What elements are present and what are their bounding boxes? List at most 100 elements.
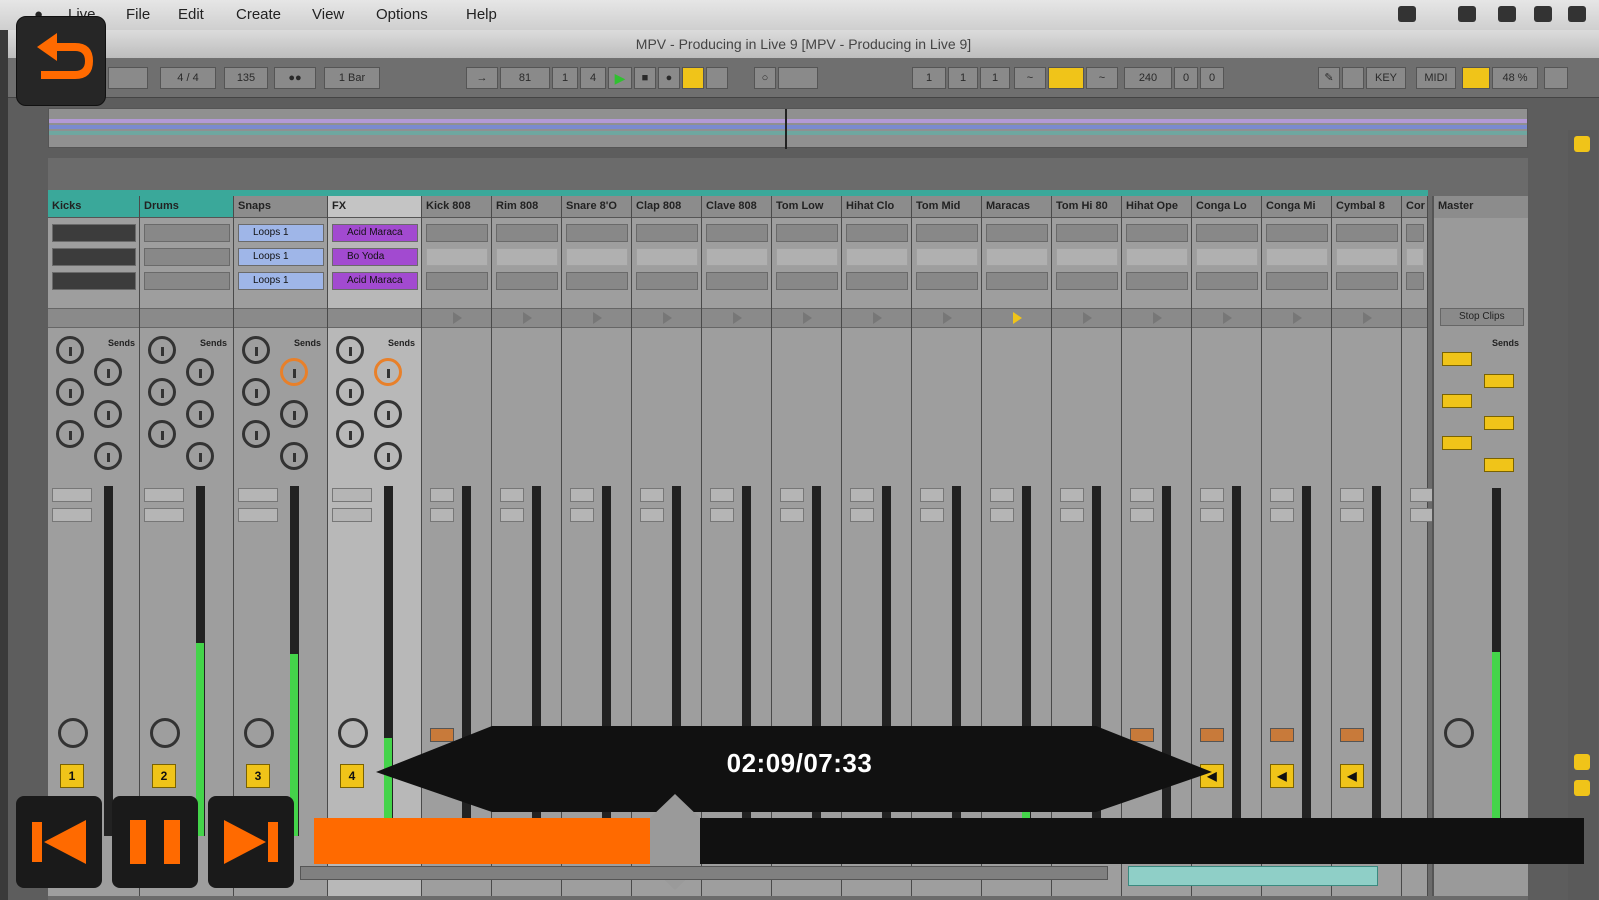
new-button[interactable] xyxy=(778,67,818,89)
clip-slot[interactable] xyxy=(496,248,558,266)
punch-out-icon[interactable]: ~ xyxy=(1086,67,1118,89)
tray-bluetooth-icon[interactable] xyxy=(1534,6,1552,22)
return-send-button[interactable] xyxy=(1484,458,1514,472)
clip-slot[interactable] xyxy=(706,272,768,290)
clip-slot[interactable] xyxy=(144,248,230,266)
menu-edit[interactable]: Edit xyxy=(178,6,204,23)
track-title[interactable]: Drums xyxy=(140,196,233,218)
clip-slot[interactable] xyxy=(1266,224,1328,242)
clip-slot[interactable] xyxy=(1406,272,1424,290)
track-title[interactable]: Clave 808 xyxy=(702,196,771,218)
volume-value-box[interactable] xyxy=(850,488,874,502)
record-button[interactable]: ● xyxy=(658,67,680,89)
metronome-button[interactable]: ●● xyxy=(274,67,316,89)
track-title[interactable]: Rim 808 xyxy=(492,196,561,218)
clip-slot[interactable] xyxy=(566,224,628,242)
clip-slot[interactable] xyxy=(426,224,488,242)
clip-launch-icon[interactable] xyxy=(1153,312,1162,324)
pan-knob[interactable] xyxy=(150,718,180,748)
send-knob[interactable] xyxy=(280,400,308,428)
clip-launch-icon[interactable] xyxy=(523,312,532,324)
clip-slot[interactable] xyxy=(1196,224,1258,242)
send-knob[interactable] xyxy=(374,358,402,386)
tempo-nudge[interactable]: 135 xyxy=(224,67,268,89)
volume-value-box[interactable] xyxy=(780,488,804,502)
pan-value-box[interactable] xyxy=(570,508,594,522)
clip-launch-icon[interactable] xyxy=(663,312,672,324)
send-knob[interactable] xyxy=(374,400,402,428)
track-title[interactable]: Hihat Clo xyxy=(842,196,911,218)
clip-slot[interactable] xyxy=(986,248,1048,266)
clip-slot[interactable] xyxy=(566,272,628,290)
tray-wifi-icon[interactable] xyxy=(1568,6,1586,22)
pan-value-box[interactable] xyxy=(1130,508,1154,522)
clip-slot[interactable] xyxy=(1266,272,1328,290)
pan-knob[interactable] xyxy=(58,718,88,748)
loop-start-bar[interactable]: 1 xyxy=(912,67,946,89)
position-beat[interactable]: 1 xyxy=(552,67,578,89)
pan-value-box[interactable] xyxy=(500,508,524,522)
tap-tempo-button[interactable] xyxy=(108,67,148,89)
track-title[interactable]: Conga Mi xyxy=(1262,196,1331,218)
volume-value-box[interactable] xyxy=(1200,488,1224,502)
clip-slot[interactable] xyxy=(144,272,230,290)
stop-all-clips-button[interactable]: Stop Clips xyxy=(1440,308,1524,326)
clip-slot[interactable] xyxy=(1406,224,1424,242)
pan-value-box[interactable] xyxy=(52,508,92,522)
clip-slot[interactable] xyxy=(426,272,488,290)
track-title[interactable]: Clap 808 xyxy=(632,196,701,218)
tray-monitor-icon[interactable] xyxy=(1498,6,1516,22)
pan-value-box[interactable] xyxy=(1410,508,1434,522)
quantize-select[interactable]: 1 Bar xyxy=(324,67,380,89)
send-knob[interactable] xyxy=(148,378,176,406)
track-title[interactable]: Hihat Ope xyxy=(1122,196,1191,218)
pan-value-box[interactable] xyxy=(1200,508,1224,522)
loop-start-sixteenth[interactable]: 1 xyxy=(980,67,1010,89)
clip-launch-icon[interactable] xyxy=(593,312,602,324)
return-send-button[interactable] xyxy=(1442,352,1472,366)
loop-length-bar[interactable]: 240 xyxy=(1124,67,1172,89)
punch-in-icon[interactable]: ~ xyxy=(1014,67,1046,89)
clip-slot[interactable] xyxy=(144,224,230,242)
previous-button[interactable] xyxy=(16,796,102,888)
loop-length-sixteenth[interactable]: 0 xyxy=(1200,67,1224,89)
menu-view[interactable]: View xyxy=(312,6,344,23)
volume-value-box[interactable] xyxy=(1270,488,1294,502)
clip-launch-icon[interactable] xyxy=(1293,312,1302,324)
scroll-marker[interactable] xyxy=(1574,136,1590,152)
clip-launch-icon[interactable] xyxy=(1083,312,1092,324)
volume-value-box[interactable] xyxy=(1060,488,1084,502)
clip-slot[interactable] xyxy=(52,224,136,242)
clip-slot[interactable] xyxy=(52,248,136,266)
clip-slot[interactable] xyxy=(1406,248,1424,266)
pause-button[interactable] xyxy=(112,796,198,888)
clip-slot[interactable] xyxy=(776,248,838,266)
position-bar[interactable]: 81 xyxy=(500,67,550,89)
clip-slot[interactable] xyxy=(1056,272,1118,290)
midi-map-button[interactable]: MIDI xyxy=(1416,67,1456,89)
volume-value-box[interactable] xyxy=(710,488,734,502)
clip-launch-icon[interactable] xyxy=(1013,312,1022,324)
send-knob[interactable] xyxy=(336,420,364,448)
master-title[interactable]: Master xyxy=(1434,196,1528,218)
clip-launch-icon[interactable] xyxy=(803,312,812,324)
volume-value-box[interactable] xyxy=(990,488,1014,502)
pan-value-box[interactable] xyxy=(640,508,664,522)
clip[interactable]: Acid Maraca xyxy=(332,224,418,242)
horizontal-scrollbar[interactable] xyxy=(300,866,1108,880)
send-knob[interactable] xyxy=(56,336,84,364)
track-title[interactable]: Tom Hi 80 xyxy=(1052,196,1121,218)
clip-slot[interactable] xyxy=(1196,272,1258,290)
draw-mode-icon[interactable]: ✎ xyxy=(1318,67,1340,89)
track-title[interactable]: Kicks xyxy=(48,196,139,218)
play-button[interactable]: ▶ xyxy=(608,67,632,89)
clip-slot[interactable] xyxy=(636,272,698,290)
pan-value-box[interactable] xyxy=(1270,508,1294,522)
position-sixteenth[interactable]: 4 xyxy=(580,67,606,89)
clip-launch-icon[interactable] xyxy=(1363,312,1372,324)
volume-value-box[interactable] xyxy=(52,488,92,502)
tray-cloud-icon[interactable] xyxy=(1458,6,1476,22)
clip-slot[interactable] xyxy=(1336,272,1398,290)
return-send-button[interactable] xyxy=(1484,416,1514,430)
stop-button[interactable]: ■ xyxy=(634,67,656,89)
